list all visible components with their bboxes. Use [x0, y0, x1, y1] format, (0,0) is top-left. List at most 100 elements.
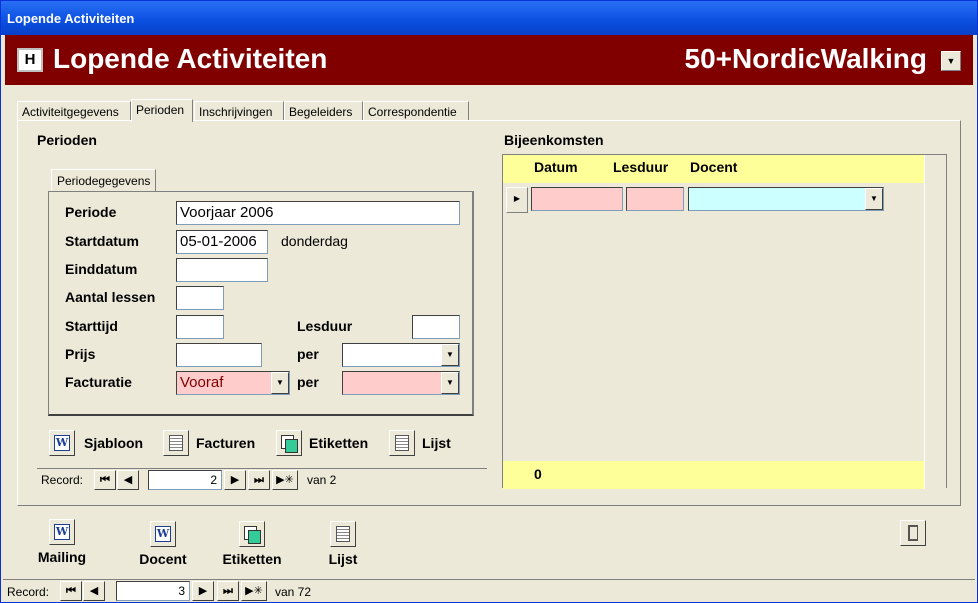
lesduur-field[interactable] [412, 315, 460, 339]
subtab-periodegegevens[interactable]: Periodegegevens [51, 169, 157, 192]
facturatie-label: Facturatie [65, 374, 132, 390]
facturatie-dropdown-button[interactable]: ▼ [271, 372, 289, 394]
mailing-button[interactable]: W Mailing [31, 519, 93, 565]
tab-correspondentie[interactable]: Correspondentie [363, 101, 469, 121]
tab-begeleiders[interactable]: Begeleiders [284, 101, 363, 121]
starttijd-field[interactable] [176, 315, 224, 339]
tab-inschrijvingen[interactable]: Inschrijvingen [194, 101, 284, 121]
facturatie-per-dropdown-button[interactable]: ▼ [441, 372, 459, 394]
docent-button[interactable]: W Docent [131, 519, 195, 567]
facturatie-per-select[interactable]: ▼ [342, 371, 460, 395]
perioden-section-title: Perioden [37, 132, 97, 148]
previous-record-button[interactable]: ◀ [83, 581, 105, 601]
lijst-label: Lijst [422, 435, 451, 451]
starttijd-label: Starttijd [65, 318, 118, 334]
list-report-icon [336, 526, 350, 543]
labels-icon [244, 526, 261, 545]
last-record-icon: ⏭ [254, 474, 264, 486]
lesduur-cell[interactable] [626, 187, 684, 211]
window-titlebar[interactable]: Lopende Activiteiten [1, 1, 977, 35]
next-record-button[interactable]: ▶ [192, 581, 214, 601]
prijs-label: Prijs [65, 346, 96, 362]
bijeenkomsten-grid: Datum Lesduur Docent ▶ ▼ 0 [502, 154, 947, 489]
first-record-button[interactable]: ⏮ [94, 470, 116, 490]
etiketten-bottom-button[interactable]: Etiketten [215, 519, 289, 567]
first-record-icon: ⏮ [66, 585, 76, 597]
form-title: Lopende Activiteiten [53, 43, 328, 74]
docent-dropdown-button[interactable]: ▼ [865, 188, 883, 210]
next-record-icon: ▶ [198, 585, 208, 597]
last-record-icon: ⏭ [223, 585, 233, 597]
next-record-icon: ▶ [230, 474, 240, 486]
grid-footer: 0 [503, 461, 925, 489]
record-number-input[interactable]: 3 [116, 581, 190, 601]
last-record-button[interactable]: ⏭ [217, 581, 239, 601]
record-label: Record: [41, 473, 84, 487]
chevron-down-icon: ▼ [870, 194, 878, 203]
lesduur-label: Lesduur [297, 318, 353, 334]
prijs-per-select[interactable]: ▼ [342, 343, 460, 367]
word-document-icon: W [155, 526, 171, 543]
row-selector[interactable]: ▶ [506, 187, 528, 213]
chevron-down-icon: ▼ [446, 350, 454, 359]
grid-scrollbar[interactable] [924, 155, 946, 489]
etiketten-icon-button[interactable] [239, 521, 265, 547]
lijst-icon-button[interactable] [330, 521, 356, 547]
new-record-button[interactable]: ▶✳ [272, 470, 298, 490]
prijs-field[interactable] [176, 343, 262, 367]
next-record-button[interactable]: ▶ [224, 470, 246, 490]
record-number-input[interactable]: 2 [148, 470, 222, 490]
startdag-text: donderdag [281, 233, 348, 249]
row-pointer-icon: ▶ [513, 194, 521, 203]
einddatum-field[interactable] [176, 258, 268, 282]
periode-field[interactable]: Voorjaar 2006 [176, 201, 460, 225]
chevron-down-icon: ▼ [446, 378, 454, 387]
record-total: van 2 [307, 473, 337, 487]
first-record-button[interactable]: ⏮ [60, 581, 82, 601]
datum-cell[interactable] [531, 187, 623, 211]
docent-label: Docent [139, 551, 187, 567]
sjabloon-button[interactable]: W [49, 430, 75, 456]
startdatum-field[interactable]: 05-01-2006 [176, 230, 268, 254]
aantal-lessen-field[interactable] [176, 286, 224, 310]
etiketten-button[interactable] [276, 430, 302, 456]
first-record-icon: ⏮ [100, 474, 110, 486]
lijst-bottom-label: Lijst [328, 551, 358, 567]
tab-perioden[interactable]: Perioden [131, 99, 193, 122]
column-header-datum: Datum [534, 159, 578, 175]
facturatie-value: Vooraf [180, 374, 224, 391]
column-header-docent: Docent [690, 159, 738, 175]
prijs-per-label: per [297, 346, 319, 362]
previous-record-icon: ◀ [89, 585, 99, 597]
mailing-label: Mailing [37, 549, 87, 565]
facturatie-select[interactable]: Vooraf ▼ [176, 371, 290, 395]
last-record-button[interactable]: ⏭ [248, 470, 270, 490]
word-document-icon: W [54, 524, 70, 541]
docent-icon-button[interactable]: W [150, 521, 176, 547]
report-icon [169, 434, 183, 451]
form-header: H Lopende Activiteiten 50+NordicWalking … [5, 35, 973, 85]
chevron-down-icon: ▼ [946, 56, 956, 66]
etiketten-bottom-label: Etiketten [222, 551, 282, 567]
bijeenkomsten-section-title: Bijeenkomsten [504, 132, 604, 148]
etiketten-label: Etiketten [309, 435, 369, 451]
prijs-per-dropdown-button[interactable]: ▼ [441, 344, 459, 366]
exit-button[interactable] [900, 520, 926, 546]
startdatum-label: Startdatum [65, 233, 139, 249]
previous-record-button[interactable]: ◀ [117, 470, 139, 490]
home-icon[interactable]: H [17, 48, 43, 72]
main-record-navigator: Record: ⏮ ◀ 3 ▶ ⏭ ▶✳ van 72 [3, 579, 975, 601]
einddatum-label: Einddatum [65, 261, 138, 277]
perioden-record-navigator: Record: ⏮ ◀ 2 ▶ ⏭ ▶✳ van 2 [37, 468, 487, 490]
bijeenkomsten-count: 0 [534, 466, 542, 482]
new-record-button[interactable]: ▶✳ [241, 581, 267, 601]
tab-activiteitgegevens[interactable]: Activiteitgegevens [17, 101, 131, 121]
facturen-button[interactable] [163, 430, 189, 456]
organisation-dropdown-button[interactable]: ▼ [941, 51, 961, 71]
docent-select[interactable]: ▼ [688, 187, 884, 211]
record-total: van 72 [275, 585, 312, 599]
list-report-icon [395, 434, 409, 451]
lijst-button[interactable] [389, 430, 415, 456]
lijst-bottom-button[interactable]: Lijst [319, 519, 367, 567]
mailing-icon-button[interactable]: W [49, 519, 75, 545]
